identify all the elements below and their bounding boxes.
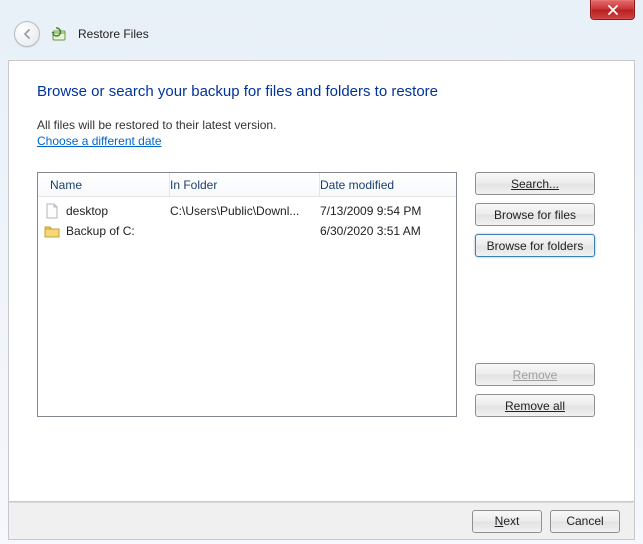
file-row[interactable]: desktop C:\Users\Public\Downl... 7/13/20… [38, 201, 456, 221]
next-button[interactable]: Next [472, 510, 542, 533]
restore-files-icon [50, 25, 68, 43]
wizard-header: Restore Files [0, 0, 643, 60]
file-row[interactable]: Backup of C: 6/30/2020 3:51 AM [38, 221, 456, 241]
choose-different-date-link[interactable]: Choose a different date [37, 134, 162, 148]
wizard-title: Restore Files [78, 27, 149, 41]
browse-folders-button[interactable]: Browse for folders [475, 234, 595, 257]
close-icon [607, 5, 619, 15]
file-icon [38, 203, 66, 219]
cancel-button[interactable]: Cancel [550, 510, 620, 533]
file-list-header: Name In Folder Date modified [38, 173, 456, 197]
browse-files-button[interactable]: Browse for files [475, 203, 595, 226]
file-modified: 7/13/2009 9:54 PM [320, 204, 456, 218]
column-header-folder[interactable]: In Folder [170, 173, 320, 196]
info-text: All files will be restored to their late… [37, 118, 606, 132]
side-button-panel: Search... Browse for files Browse for fo… [475, 172, 595, 417]
close-button[interactable] [590, 0, 635, 20]
file-folder: C:\Users\Public\Downl... [170, 204, 320, 218]
file-modified: 6/30/2020 3:51 AM [320, 224, 456, 238]
column-header-modified[interactable]: Date modified [320, 173, 456, 196]
folder-icon [38, 224, 66, 238]
back-button[interactable] [14, 21, 40, 47]
footer-bar: Next Cancel [8, 502, 635, 540]
search-button[interactable]: Search... [475, 172, 595, 195]
remove-button: Remove [475, 363, 595, 386]
remove-all-button[interactable]: Remove all [475, 394, 595, 417]
content-panel: Browse or search your backup for files a… [8, 60, 635, 502]
page-heading: Browse or search your backup for files a… [37, 83, 606, 100]
back-arrow-icon [20, 27, 34, 41]
file-list[interactable]: Name In Folder Date modified desktop C:\… [37, 172, 457, 417]
file-name: Backup of C: [66, 224, 170, 238]
column-header-name[interactable]: Name [38, 173, 170, 196]
file-name: desktop [66, 204, 170, 218]
